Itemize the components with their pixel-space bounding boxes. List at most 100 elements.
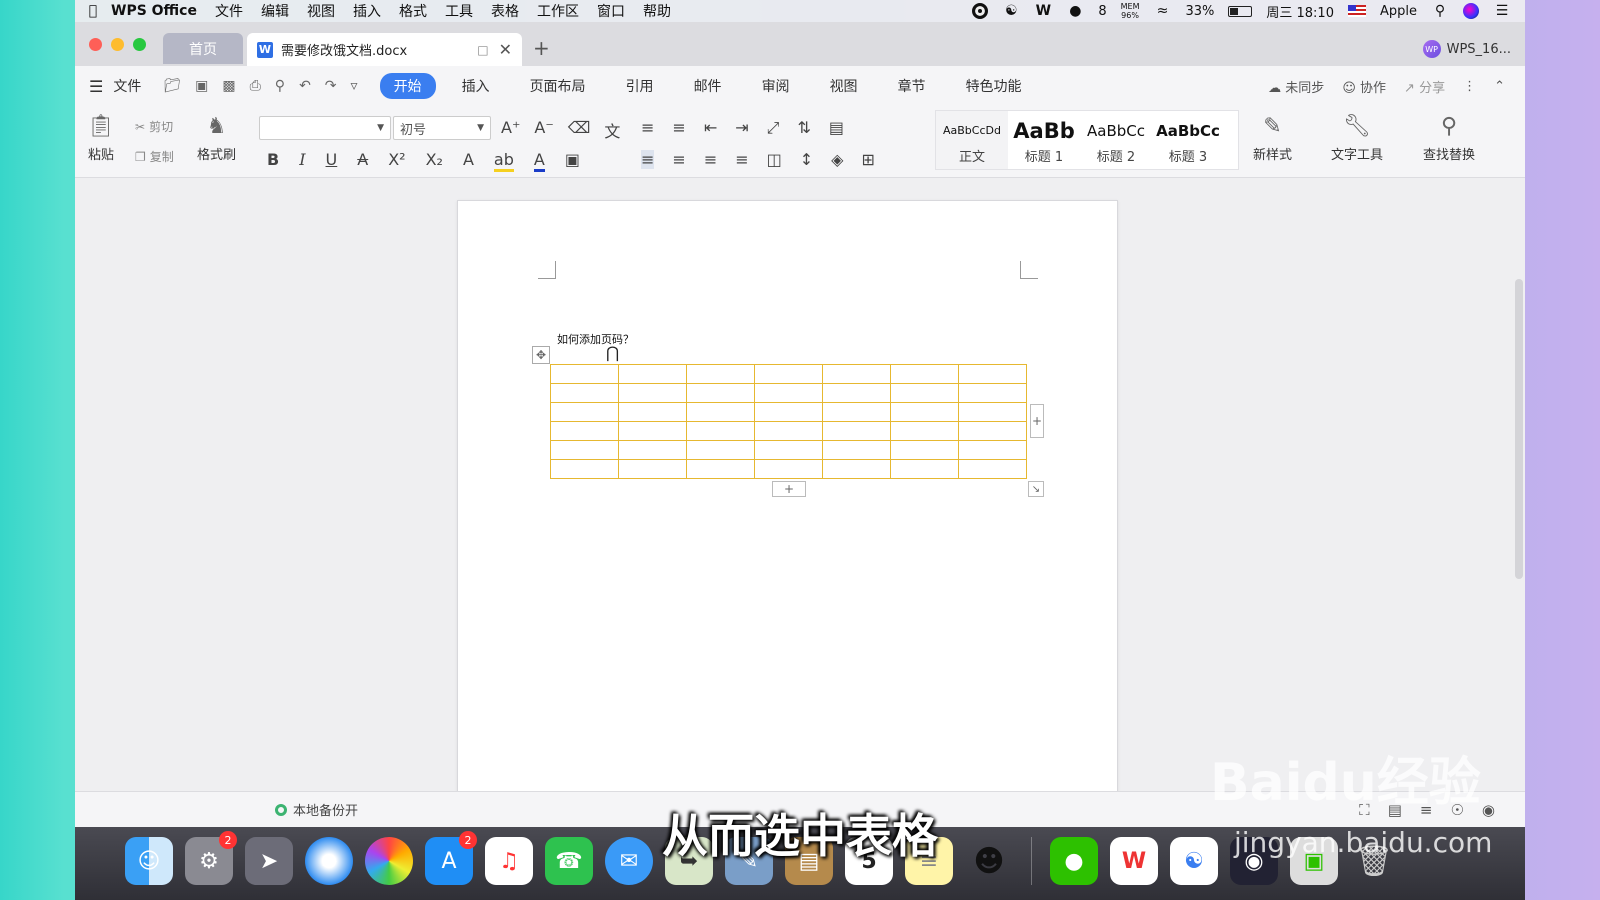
copy-button[interactable]: ❐ 复制 [135, 148, 174, 165]
table-cell[interactable] [754, 440, 823, 460]
menubar-clock[interactable]: 周三 18:10 [1266, 2, 1334, 21]
menubar-app-name[interactable]: WPS Office [111, 3, 197, 19]
tab-start[interactable]: 开始 [379, 73, 436, 99]
align-left-icon[interactable]: ≡ [641, 150, 655, 169]
menubar-item-edit[interactable]: 编辑 [261, 1, 289, 21]
line-spacing-icon[interactable]: ↕ [800, 150, 813, 169]
align-center-icon[interactable]: ≡ [672, 150, 685, 169]
highlight-icon[interactable]: ab [493, 150, 514, 172]
table-cell[interactable] [550, 459, 619, 479]
open-folder-icon[interactable]: 📁︎ [163, 78, 181, 94]
increase-indent-icon[interactable]: ⇥ [735, 118, 748, 138]
collapse-ribbon-icon[interactable]: ⌃ [1494, 79, 1505, 94]
table-cell[interactable] [822, 421, 891, 441]
record-icon[interactable] [972, 3, 989, 19]
save-icon[interactable]: ▣ [195, 78, 208, 94]
tab-chapter[interactable]: 章节 [884, 73, 940, 99]
table-cell[interactable] [890, 440, 959, 460]
table-cell[interactable] [754, 459, 823, 479]
siri-icon[interactable] [1463, 3, 1479, 19]
table-cell[interactable] [822, 402, 891, 422]
menubar-item-workspace[interactable]: 工作区 [537, 1, 579, 21]
menubar-user[interactable]: Apple [1380, 4, 1417, 19]
font-size-select[interactable]: 初号 ▼ [393, 116, 491, 140]
table-cell[interactable] [890, 459, 959, 479]
table-cell[interactable] [550, 364, 619, 384]
table-cell[interactable] [822, 459, 891, 479]
table-cell[interactable] [754, 402, 823, 422]
print-preview-icon[interactable]: ⚲ [275, 78, 285, 94]
table-cell[interactable] [890, 402, 959, 422]
tab-page-layout[interactable]: 页面布局 [516, 73, 600, 99]
menubar-item-insert[interactable]: 插入 [353, 1, 381, 21]
input-source-flag-icon[interactable] [1347, 5, 1366, 17]
document-paragraph[interactable]: 如何添加页码？ [557, 331, 634, 347]
increase-font-icon[interactable]: A⁺ [501, 118, 520, 142]
tab-monitor-icon[interactable]: □ [477, 43, 488, 57]
export-pdf-icon[interactable]: ▩ [222, 78, 235, 94]
decrease-font-icon[interactable]: A⁻ [534, 118, 553, 142]
cloud-sync-icon[interactable]: ☯ [1002, 2, 1020, 20]
table-cell[interactable] [686, 402, 755, 422]
menubar-item-help[interactable]: 帮助 [643, 1, 671, 21]
table-cell[interactable] [686, 421, 755, 441]
table-cell[interactable] [618, 402, 687, 422]
table-cell[interactable] [686, 459, 755, 479]
chinese-layout-icon[interactable]: ⤢ [767, 118, 780, 138]
distribute-icon[interactable]: ◫ [767, 150, 782, 169]
minimize-window-button[interactable] [111, 38, 124, 51]
battery-icon[interactable] [1228, 5, 1253, 17]
find-replace-button[interactable]: ⚲ 查找替换 [1423, 114, 1475, 163]
print-icon[interactable]: ⎙ [250, 78, 261, 94]
wechat-status-icon[interactable]: ● [1066, 2, 1084, 20]
table-cell[interactable] [686, 364, 755, 384]
table-cell[interactable] [618, 421, 687, 441]
wifi-icon[interactable]: ≈ [1153, 2, 1171, 20]
table-cell[interactable] [550, 440, 619, 460]
underline-icon[interactable]: U [326, 150, 338, 172]
new-style-button[interactable]: ✎ 新样式 [1253, 114, 1292, 163]
table-cell[interactable] [618, 440, 687, 460]
table-cell[interactable] [958, 459, 1027, 479]
table-cell[interactable] [618, 459, 687, 479]
add-column-button[interactable]: + [1030, 404, 1044, 438]
subscript-icon[interactable]: X₂ [426, 150, 443, 172]
menubar-item-format[interactable]: 格式 [399, 1, 427, 21]
more-quick-access-icon[interactable]: ▿ [351, 78, 358, 94]
table-cell[interactable] [958, 364, 1027, 384]
spotlight-search-icon[interactable]: ⚲ [1431, 2, 1449, 20]
font-name-select[interactable]: ▼ [259, 116, 391, 140]
document-table[interactable] [550, 364, 1027, 479]
hamburger-menu-icon[interactable]: ☰ [89, 77, 103, 96]
close-tab-icon[interactable]: ✕ [499, 40, 512, 59]
table-cell[interactable] [958, 440, 1027, 460]
table-cell[interactable] [550, 383, 619, 403]
menubar-item-view[interactable]: 视图 [307, 1, 335, 21]
wps-status-icon[interactable]: W [1034, 2, 1052, 20]
paste-button[interactable]: 📋︎ 粘贴 [87, 114, 115, 163]
style-heading-3[interactable]: AaBbCc 标题 3 [1152, 111, 1224, 169]
style-normal[interactable]: AaBbCcDd 正文 [936, 111, 1008, 169]
superscript-icon[interactable]: X² [388, 150, 405, 172]
table-cell[interactable] [550, 402, 619, 422]
more-options-icon[interactable]: ⋮ [1463, 79, 1476, 94]
phonetic-guide-icon[interactable]: 文 [604, 118, 620, 142]
cut-button[interactable]: ✂ 剪切 [135, 118, 173, 135]
sort-icon[interactable]: ⇅ [797, 118, 810, 138]
collab-button[interactable]: ☺ 协作 [1342, 77, 1386, 96]
notification-center-icon[interactable]: ☰ [1493, 2, 1511, 20]
table-cell[interactable] [686, 383, 755, 403]
format-painter-button[interactable]: ♞ 格式刷 [197, 114, 236, 163]
bullet-list-icon[interactable]: ≡ [641, 118, 654, 138]
menubar-item-tools[interactable]: 工具 [445, 1, 473, 21]
document-canvas[interactable]: 如何添加页码？ ⋂ ✥ + + ↘ [75, 179, 1525, 800]
table-move-handle[interactable]: ✥ [532, 346, 550, 364]
text-tools-button[interactable]: 🔧︎ 文字工具 [1331, 114, 1383, 163]
numbered-list-icon[interactable]: ≡ [672, 118, 685, 138]
italic-icon[interactable]: I [299, 150, 305, 172]
table-cell[interactable] [550, 421, 619, 441]
zoom-window-button[interactable] [133, 38, 146, 51]
tab-special-features[interactable]: 特色功能 [952, 73, 1036, 99]
tab-view[interactable]: 视图 [816, 73, 872, 99]
apple-icon[interactable]:  [75, 3, 111, 19]
